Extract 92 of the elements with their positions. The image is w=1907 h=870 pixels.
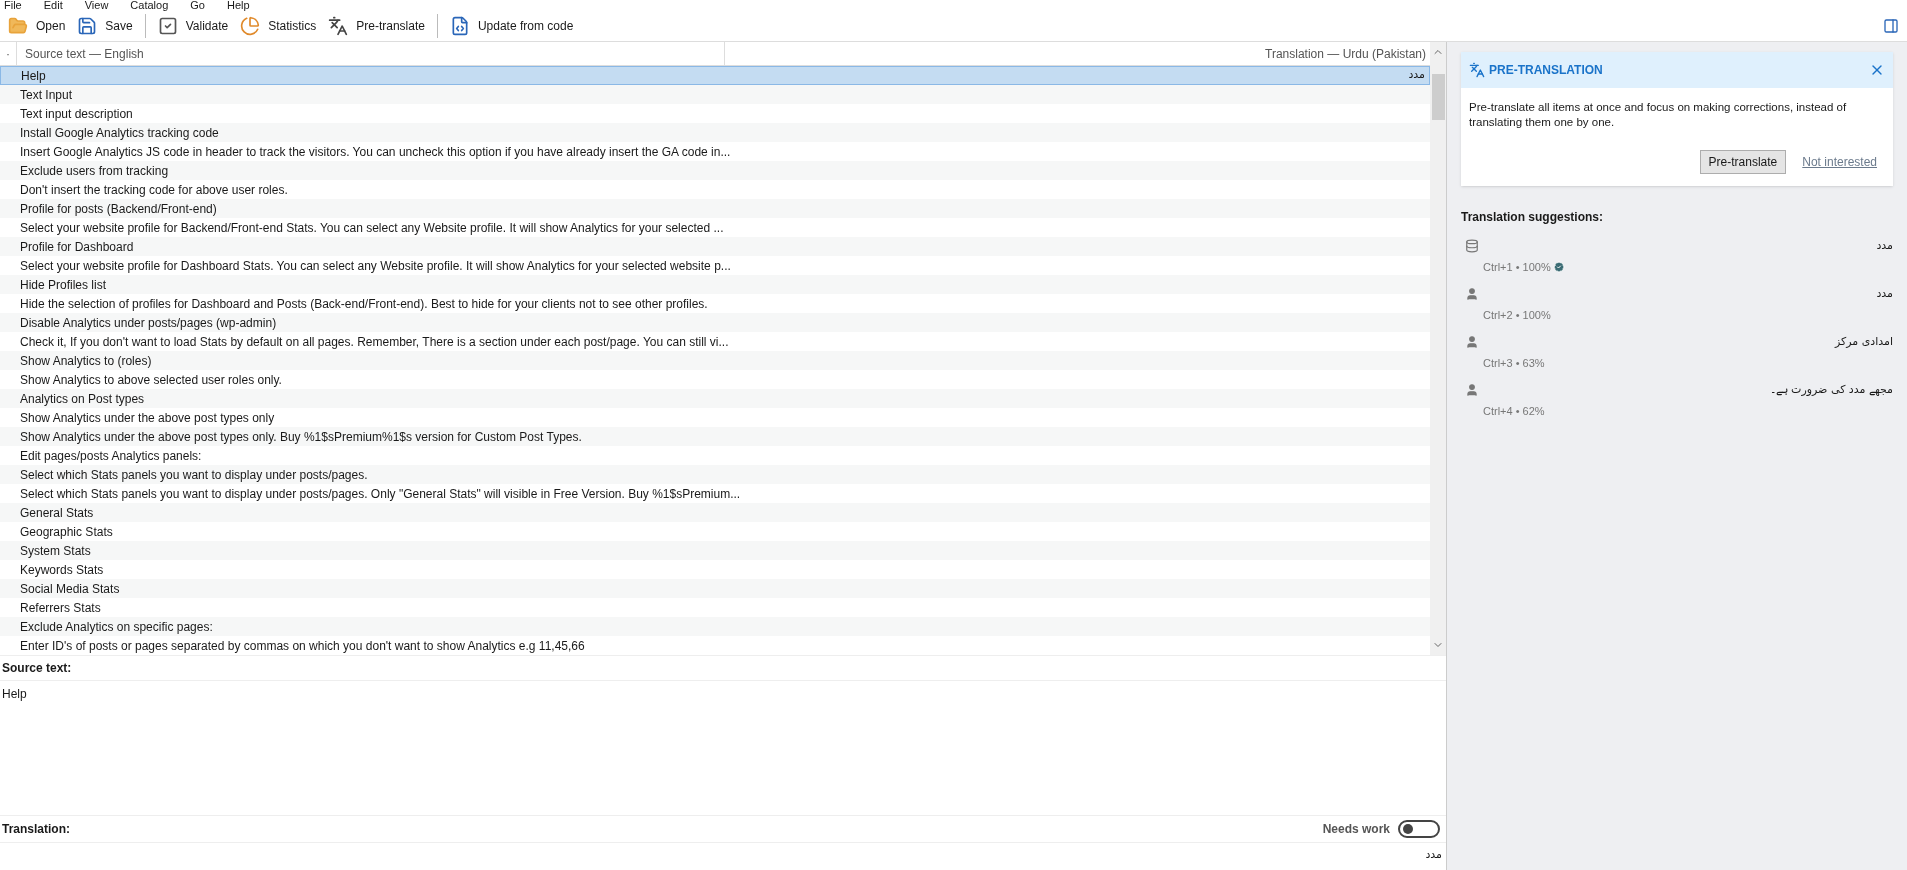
source-text-cell-text: Select which Stats panels you want to display under posts/pages. Only "General Stats" will visible in Free Version. Buy %1$sPremium... [19, 485, 741, 503]
list-row[interactable]: General Stats [0, 503, 1430, 522]
list-row[interactable]: Social Media Stats [0, 579, 1430, 598]
menu-item[interactable]: Go [190, 0, 205, 10]
source-text: Help [2, 687, 27, 701]
card-title: PRE-TRANSLATION [1489, 62, 1603, 79]
source-text-cell-text: Check it, If you don't want to load Stats by default on all pages. Remember, There is a section under each post/page. You can still vi... [19, 333, 729, 351]
source-text-cell-text: Select your website profile for Backend/Front-end Stats. You can select any Website profile. It will show Analytics for your selected ... [19, 219, 724, 237]
source-text-cell-text: Profile for Dashboard [19, 238, 134, 256]
toolbar-button[interactable]: Statistics [236, 11, 321, 40]
source-text-cell-text: Social Media Stats [19, 580, 120, 598]
not-interested-link[interactable]: Not interested [1802, 153, 1877, 171]
source-text-cell-text: Help [20, 67, 46, 85]
source-text-cell-text: Insert Google Analytics JS code in header to track the visitors. You can uncheck this option if you have already insert the GA code in... [19, 143, 731, 161]
person-icon [1465, 287, 1479, 302]
source-text-cell-text: Disable Analytics under posts/pages (wp-admin) [19, 314, 277, 332]
menu-item[interactable]: File [4, 0, 22, 10]
column-marker: · [5, 45, 11, 63]
sidebar-toggle-icon[interactable] [1883, 17, 1899, 34]
list-row[interactable]: Disable Analytics under posts/pages (wp-admin) [0, 313, 1430, 332]
source-text-label: Source text: [2, 660, 72, 677]
source-text-cell-text: Text input description [19, 105, 133, 123]
list-row[interactable]: Exclude Analytics on specific pages: [0, 617, 1430, 636]
source-text-cell-text: Exclude Analytics on specific pages: [19, 618, 213, 636]
source-text-cell-text: Exclude users from tracking [19, 162, 169, 180]
list-row[interactable]: Show Analytics under the above post types only. Buy %1$sPremium%1$s version for Custom Post Types. [0, 427, 1430, 446]
scroll-thumb[interactable] [1431, 74, 1445, 120]
checkbox-icon [157, 15, 178, 36]
source-text-cell-text: General Stats [19, 504, 94, 522]
suggestion-text: مجھے مدد کی ضرورت ہے۔ [1769, 382, 1893, 398]
source-text-cell-text: Select which Stats panels you want to display under posts/pages. [19, 466, 368, 484]
toolbar-button[interactable]: Pre-translate [324, 11, 429, 40]
list-row[interactable]: Analytics on Post types [0, 389, 1430, 408]
list-row[interactable]: Hide Profiles list [0, 275, 1430, 294]
menu-item[interactable]: Edit [43, 0, 63, 10]
source-text-cell-text: Show Analytics under the above post types only. Buy %1$sPremium%1$s version for Custom Post Types. [19, 428, 582, 446]
list-row[interactable]: Exclude users from tracking [0, 161, 1430, 180]
translation-label: Translation: [2, 821, 70, 838]
translation-text: مدد [1425, 847, 1442, 863]
column-header[interactable]: Source text — English [16, 42, 724, 65]
list-row[interactable]: Show Analytics to (roles) [0, 351, 1430, 370]
toolbar-button[interactable]: Save [73, 11, 137, 40]
pie-chart-icon [240, 15, 261, 36]
source-text-cell-text: Hide Profiles list [19, 276, 107, 294]
suggestion-text: مدد [1876, 238, 1893, 254]
translate-icon [1469, 62, 1485, 78]
source-text-cell-text: Show Analytics to (roles) [19, 352, 152, 370]
source-text-cell-text: System Stats [19, 542, 91, 560]
source-text-cell-text: Hide the selection of profiles for Dashboard and Posts (Back-end/Front-end). Best to hide for your clients not to see other profiles. [19, 295, 708, 313]
source-text-cell-text: Profile for posts (Backend/Front-end) [19, 200, 217, 218]
list-row[interactable]: Select which Stats panels you want to display under posts/pages. [0, 465, 1430, 484]
source-text-cell-text: Analytics on Post types [19, 390, 145, 408]
scrollbar[interactable] [1430, 42, 1446, 655]
needs-work-toggle[interactable] [1398, 820, 1440, 838]
toolbar-button[interactable]: Update from code [445, 11, 578, 40]
translation-cell-text: مدد [1408, 67, 1426, 84]
suggestion-meta: Ctrl+2 • 100% [1483, 307, 1551, 323]
person-icon [1465, 383, 1479, 398]
menu-item[interactable]: Catalog [130, 0, 169, 10]
suggestion-meta: Ctrl+1 • 100% [1483, 259, 1551, 275]
source-text-cell-text: Enter ID's of posts or pages separated by commas on which you don't want to show Analytics e.g 11,45,66 [19, 637, 585, 655]
toolbar-button[interactable]: Open [4, 11, 70, 40]
suggestion-text: امدادی مرکز [1834, 334, 1893, 350]
source-text-cell-text: Don't insert the tracking code for above user roles. [19, 181, 288, 199]
translate-icon [328, 15, 349, 36]
suggestion-text: مدد [1876, 286, 1893, 302]
source-text-cell-text: Geographic Stats [19, 523, 113, 541]
card-description: Pre-translate all items at once and focus on making corrections, instead of translating them one by one. [1468, 100, 1848, 130]
source-text-cell-text: Install Google Analytics tracking code [19, 124, 219, 142]
database-icon [1465, 239, 1479, 254]
list-row[interactable]: Text Input [0, 85, 1430, 104]
needs-work-label: Needs work [1322, 821, 1390, 838]
menu-item[interactable]: Help [226, 0, 250, 10]
folder-icon [8, 15, 28, 36]
suggestions-title: Translation suggestions: [1461, 209, 1605, 226]
menu-item[interactable]: View [84, 0, 109, 10]
source-text-cell-text: Keywords Stats [19, 561, 104, 579]
suggestion-meta: Ctrl+4 • 62% [1483, 403, 1545, 419]
source-text-cell-text: Referrers Stats [19, 599, 101, 617]
source-text-cell-text: Edit pages/posts Analytics panels: [19, 447, 202, 465]
toolbar-button[interactable]: Validate [153, 11, 233, 40]
suggestion-meta: Ctrl+3 • 63% [1483, 355, 1545, 371]
list-row[interactable]: Profile for posts (Backend/Front-end) [0, 199, 1430, 218]
person-icon [1465, 335, 1479, 350]
list-row[interactable]: Install Google Analytics tracking code [0, 123, 1430, 142]
pre-translate-button[interactable]: Pre-translate [1699, 150, 1787, 174]
source-text-cell-text: Show Analytics under the above post types only [19, 409, 275, 427]
source-text-cell-text: Show Analytics to above selected user roles only. [19, 371, 282, 389]
source-text-cell-text: Select your website profile for Dashboard Stats. You can select any Website profile. It will show Analytics for your selected website p... [19, 257, 731, 275]
source-text-cell-text: Text Input [19, 86, 73, 104]
list-row[interactable]: Profile for Dashboard [0, 237, 1430, 256]
list-row[interactable]: System Stats [0, 541, 1430, 560]
